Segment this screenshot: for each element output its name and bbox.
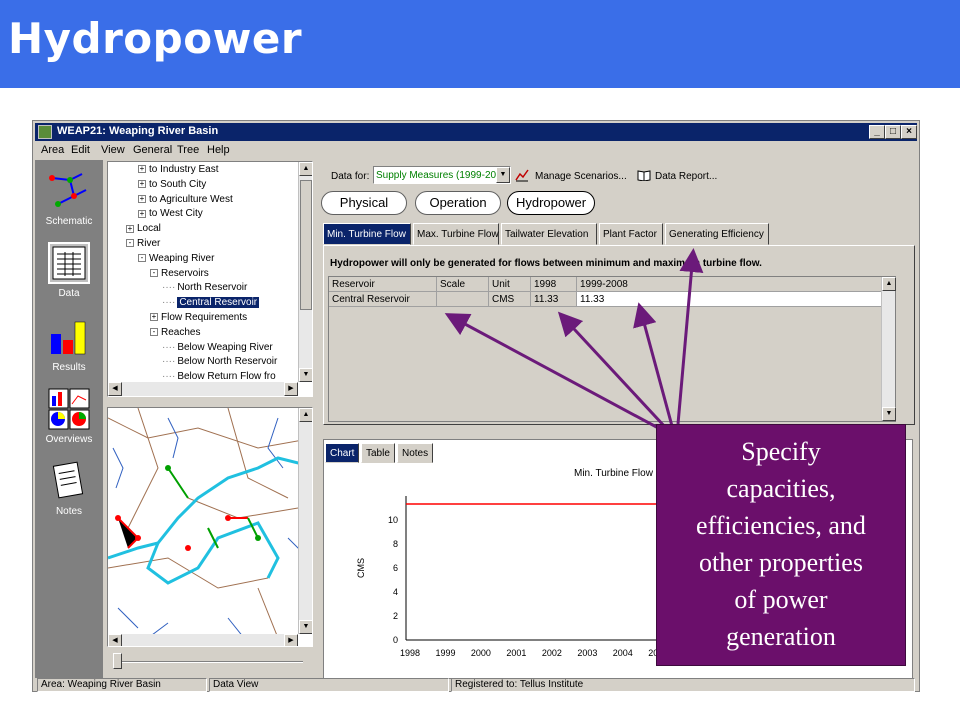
callout-arrow	[676, 248, 704, 425]
callout-line-3: efficiencies, and	[696, 511, 866, 540]
callout-line-6: generation	[726, 622, 836, 651]
callout-line-5: of power	[734, 585, 828, 614]
callout-arrow	[557, 311, 668, 430]
callout-arrow	[633, 302, 674, 427]
callout-box: Specify capacities, efficiencies, and ot…	[656, 424, 906, 666]
callout-arrow	[444, 313, 663, 432]
callout-line-4: other properties	[699, 548, 863, 577]
callout-line-2: capacities,	[726, 474, 836, 503]
callout-line-1: Specify	[741, 437, 821, 466]
